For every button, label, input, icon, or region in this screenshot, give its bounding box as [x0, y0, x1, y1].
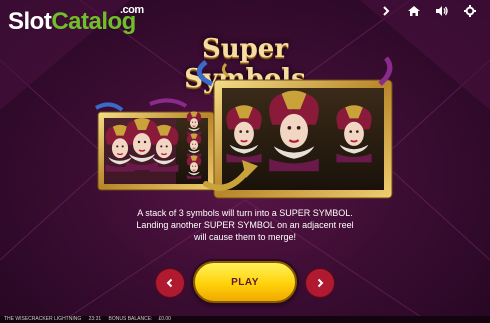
- chevron-left-icon: [166, 278, 173, 288]
- clock: 23:31: [88, 316, 102, 322]
- description-line: A stack of 3 symbols will turn into a SU…: [137, 208, 353, 218]
- chevron-right-icon: [317, 278, 324, 288]
- description-line: Landing another SUPER SYMBOL on an adjac…: [136, 220, 354, 230]
- large-frame-super-symbol: [196, 56, 393, 199]
- game-name: THE WISECRACKER LIGHTNING: [4, 316, 82, 322]
- next-page-button[interactable]: [306, 269, 334, 297]
- description-line: will cause them to merge!: [193, 232, 297, 242]
- description-text: A stack of 3 symbols will turn into a SU…: [110, 207, 380, 243]
- game-screen: SlotCatalog .com Super Symbols A stack o…: [0, 0, 490, 323]
- play-button-label: PLAY: [231, 276, 259, 288]
- small-frame-stack: [95, 98, 215, 191]
- previous-page-button[interactable]: [156, 269, 184, 297]
- play-button[interactable]: PLAY: [193, 261, 297, 303]
- balance-label: BONUS BALANCE:: [108, 316, 153, 322]
- status-footer: THE WISECRACKER LIGHTNING 23:31 BONUS BA…: [0, 316, 490, 323]
- balance-value: £0.00: [158, 316, 171, 322]
